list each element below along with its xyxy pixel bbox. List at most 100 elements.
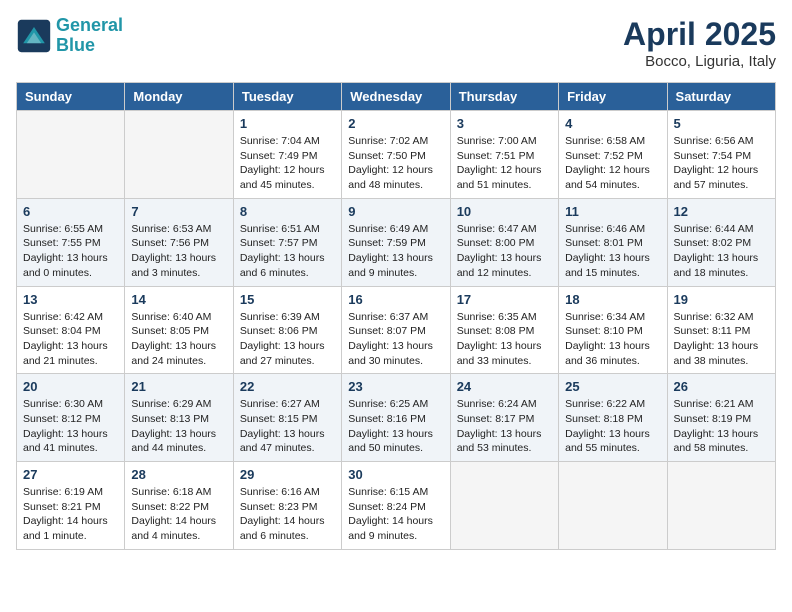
calendar-cell: 7 Sunrise: 6:53 AM Sunset: 7:56 PM Daylig… — [125, 198, 233, 286]
calendar-cell: 24 Sunrise: 6:24 AM Sunset: 8:17 PM Dayli… — [450, 374, 558, 462]
day-number: 23 — [348, 379, 443, 394]
calendar-cell: 30 Sunrise: 6:15 AM Sunset: 8:24 PM Dayli… — [342, 462, 450, 550]
calendar-cell: 1 Sunrise: 7:04 AM Sunset: 7:49 PM Daylig… — [233, 111, 341, 199]
header-sunday: Sunday — [17, 83, 125, 111]
header-tuesday: Tuesday — [233, 83, 341, 111]
calendar-cell: 2 Sunrise: 7:02 AM Sunset: 7:50 PM Daylig… — [342, 111, 450, 199]
day-info: Sunrise: 6:19 AM Sunset: 8:21 PM Dayligh… — [23, 485, 118, 544]
calendar-cell: 14Sunrise: 6:40 AM Sunset: 8:05 PM Dayli… — [125, 286, 233, 374]
calendar-cell: 12 Sunrise: 6:44 AM Sunset: 8:02 PM Dayli… — [667, 198, 775, 286]
day-number: 21 — [131, 379, 226, 394]
logo-general: General — [56, 15, 123, 35]
day-info: Sunrise: 6:42 AM Sunset: 8:04 PM Dayligh… — [23, 310, 118, 369]
day-info: Sunrise: 6:22 AM Sunset: 8:18 PM Dayligh… — [565, 397, 660, 456]
day-info: Sunrise: 6:32 AM Sunset: 8:11 PM Dayligh… — [674, 310, 769, 369]
calendar-cell — [450, 462, 558, 550]
day-info: Sunrise: 6:25 AM Sunset: 8:16 PM Dayligh… — [348, 397, 443, 456]
day-info: Sunrise: 7:02 AM Sunset: 7:50 PM Dayligh… — [348, 134, 443, 193]
title-block: April 2025 Bocco, Liguria, Italy — [623, 16, 776, 70]
calendar-cell — [17, 111, 125, 199]
day-number: 20 — [23, 379, 118, 394]
day-info: Sunrise: 6:30 AM Sunset: 8:12 PM Dayligh… — [23, 397, 118, 456]
day-number: 18 — [565, 292, 660, 307]
calendar-week-row: 13Sunrise: 6:42 AM Sunset: 8:04 PM Dayli… — [17, 286, 776, 374]
header-friday: Friday — [559, 83, 667, 111]
day-info: Sunrise: 6:53 AM Sunset: 7:56 PM Dayligh… — [131, 222, 226, 281]
day-number: 26 — [674, 379, 769, 394]
header-saturday: Saturday — [667, 83, 775, 111]
day-info: Sunrise: 6:18 AM Sunset: 8:22 PM Dayligh… — [131, 485, 226, 544]
day-info: Sunrise: 6:24 AM Sunset: 8:17 PM Dayligh… — [457, 397, 552, 456]
day-info: Sunrise: 6:34 AM Sunset: 8:10 PM Dayligh… — [565, 310, 660, 369]
calendar-cell: 8Sunrise: 6:51 AM Sunset: 7:57 PM Daylig… — [233, 198, 341, 286]
calendar-cell: 13Sunrise: 6:42 AM Sunset: 8:04 PM Dayli… — [17, 286, 125, 374]
calendar-cell: 28 Sunrise: 6:18 AM Sunset: 8:22 PM Dayli… — [125, 462, 233, 550]
day-number: 8 — [240, 204, 335, 219]
calendar-week-row: 27 Sunrise: 6:19 AM Sunset: 8:21 PM Dayli… — [17, 462, 776, 550]
day-number: 22 — [240, 379, 335, 394]
day-number: 29 — [240, 467, 335, 482]
day-number: 28 — [131, 467, 226, 482]
calendar-cell: 20 Sunrise: 6:30 AM Sunset: 8:12 PM Dayli… — [17, 374, 125, 462]
day-info: Sunrise: 6:49 AM Sunset: 7:59 PM Dayligh… — [348, 222, 443, 281]
calendar-cell — [559, 462, 667, 550]
calendar-cell: 19 Sunrise: 6:32 AM Sunset: 8:11 PM Dayli… — [667, 286, 775, 374]
calendar-cell: 10 Sunrise: 6:47 AM Sunset: 8:00 PM Dayli… — [450, 198, 558, 286]
day-info: Sunrise: 6:56 AM Sunset: 7:54 PM Dayligh… — [674, 134, 769, 193]
calendar-cell: 9 Sunrise: 6:49 AM Sunset: 7:59 PM Daylig… — [342, 198, 450, 286]
day-number: 15 — [240, 292, 335, 307]
calendar-cell: 5 Sunrise: 6:56 AM Sunset: 7:54 PM Daylig… — [667, 111, 775, 199]
header-wednesday: Wednesday — [342, 83, 450, 111]
page-header: General Blue April 2025 Bocco, Liguria, … — [16, 16, 776, 70]
day-number: 6 — [23, 204, 118, 219]
day-number: 24 — [457, 379, 552, 394]
day-number: 4 — [565, 116, 660, 131]
calendar-header-row: SundayMondayTuesdayWednesdayThursdayFrid… — [17, 83, 776, 111]
calendar-cell: 23 Sunrise: 6:25 AM Sunset: 8:16 PM Dayli… — [342, 374, 450, 462]
day-info: Sunrise: 6:47 AM Sunset: 8:00 PM Dayligh… — [457, 222, 552, 281]
day-number: 17 — [457, 292, 552, 307]
day-number: 16 — [348, 292, 443, 307]
calendar-cell: 16 Sunrise: 6:37 AM Sunset: 8:07 PM Dayli… — [342, 286, 450, 374]
calendar-week-row: 1 Sunrise: 7:04 AM Sunset: 7:49 PM Daylig… — [17, 111, 776, 199]
calendar-cell: 21Sunrise: 6:29 AM Sunset: 8:13 PM Dayli… — [125, 374, 233, 462]
logo: General Blue — [16, 16, 123, 56]
day-info: Sunrise: 6:21 AM Sunset: 8:19 PM Dayligh… — [674, 397, 769, 456]
day-info: Sunrise: 7:04 AM Sunset: 7:49 PM Dayligh… — [240, 134, 335, 193]
calendar-week-row: 20 Sunrise: 6:30 AM Sunset: 8:12 PM Dayli… — [17, 374, 776, 462]
day-info: Sunrise: 6:37 AM Sunset: 8:07 PM Dayligh… — [348, 310, 443, 369]
calendar-cell: 27 Sunrise: 6:19 AM Sunset: 8:21 PM Dayli… — [17, 462, 125, 550]
logo-text: General Blue — [56, 16, 123, 56]
day-number: 9 — [348, 204, 443, 219]
day-info: Sunrise: 6:27 AM Sunset: 8:15 PM Dayligh… — [240, 397, 335, 456]
day-number: 11 — [565, 204, 660, 219]
day-info: Sunrise: 7:00 AM Sunset: 7:51 PM Dayligh… — [457, 134, 552, 193]
calendar-cell: 3 Sunrise: 7:00 AM Sunset: 7:51 PM Daylig… — [450, 111, 558, 199]
calendar-cell — [667, 462, 775, 550]
calendar-cell: 26 Sunrise: 6:21 AM Sunset: 8:19 PM Dayli… — [667, 374, 775, 462]
day-number: 19 — [674, 292, 769, 307]
day-number: 10 — [457, 204, 552, 219]
calendar-cell: 25Sunrise: 6:22 AM Sunset: 8:18 PM Dayli… — [559, 374, 667, 462]
day-number: 1 — [240, 116, 335, 131]
calendar-cell — [125, 111, 233, 199]
logo-blue: Blue — [56, 35, 95, 55]
day-info: Sunrise: 6:39 AM Sunset: 8:06 PM Dayligh… — [240, 310, 335, 369]
day-number: 27 — [23, 467, 118, 482]
day-number: 2 — [348, 116, 443, 131]
calendar-week-row: 6Sunrise: 6:55 AM Sunset: 7:55 PM Daylig… — [17, 198, 776, 286]
day-number: 30 — [348, 467, 443, 482]
day-number: 3 — [457, 116, 552, 131]
day-info: Sunrise: 6:44 AM Sunset: 8:02 PM Dayligh… — [674, 222, 769, 281]
day-info: Sunrise: 6:40 AM Sunset: 8:05 PM Dayligh… — [131, 310, 226, 369]
logo-icon — [16, 18, 52, 54]
day-info: Sunrise: 6:46 AM Sunset: 8:01 PM Dayligh… — [565, 222, 660, 281]
calendar-cell: 22 Sunrise: 6:27 AM Sunset: 8:15 PM Dayli… — [233, 374, 341, 462]
day-info: Sunrise: 6:58 AM Sunset: 7:52 PM Dayligh… — [565, 134, 660, 193]
day-number: 7 — [131, 204, 226, 219]
day-number: 12 — [674, 204, 769, 219]
calendar-cell: 17 Sunrise: 6:35 AM Sunset: 8:08 PM Dayli… — [450, 286, 558, 374]
day-info: Sunrise: 6:35 AM Sunset: 8:08 PM Dayligh… — [457, 310, 552, 369]
day-number: 5 — [674, 116, 769, 131]
day-info: Sunrise: 6:15 AM Sunset: 8:24 PM Dayligh… — [348, 485, 443, 544]
